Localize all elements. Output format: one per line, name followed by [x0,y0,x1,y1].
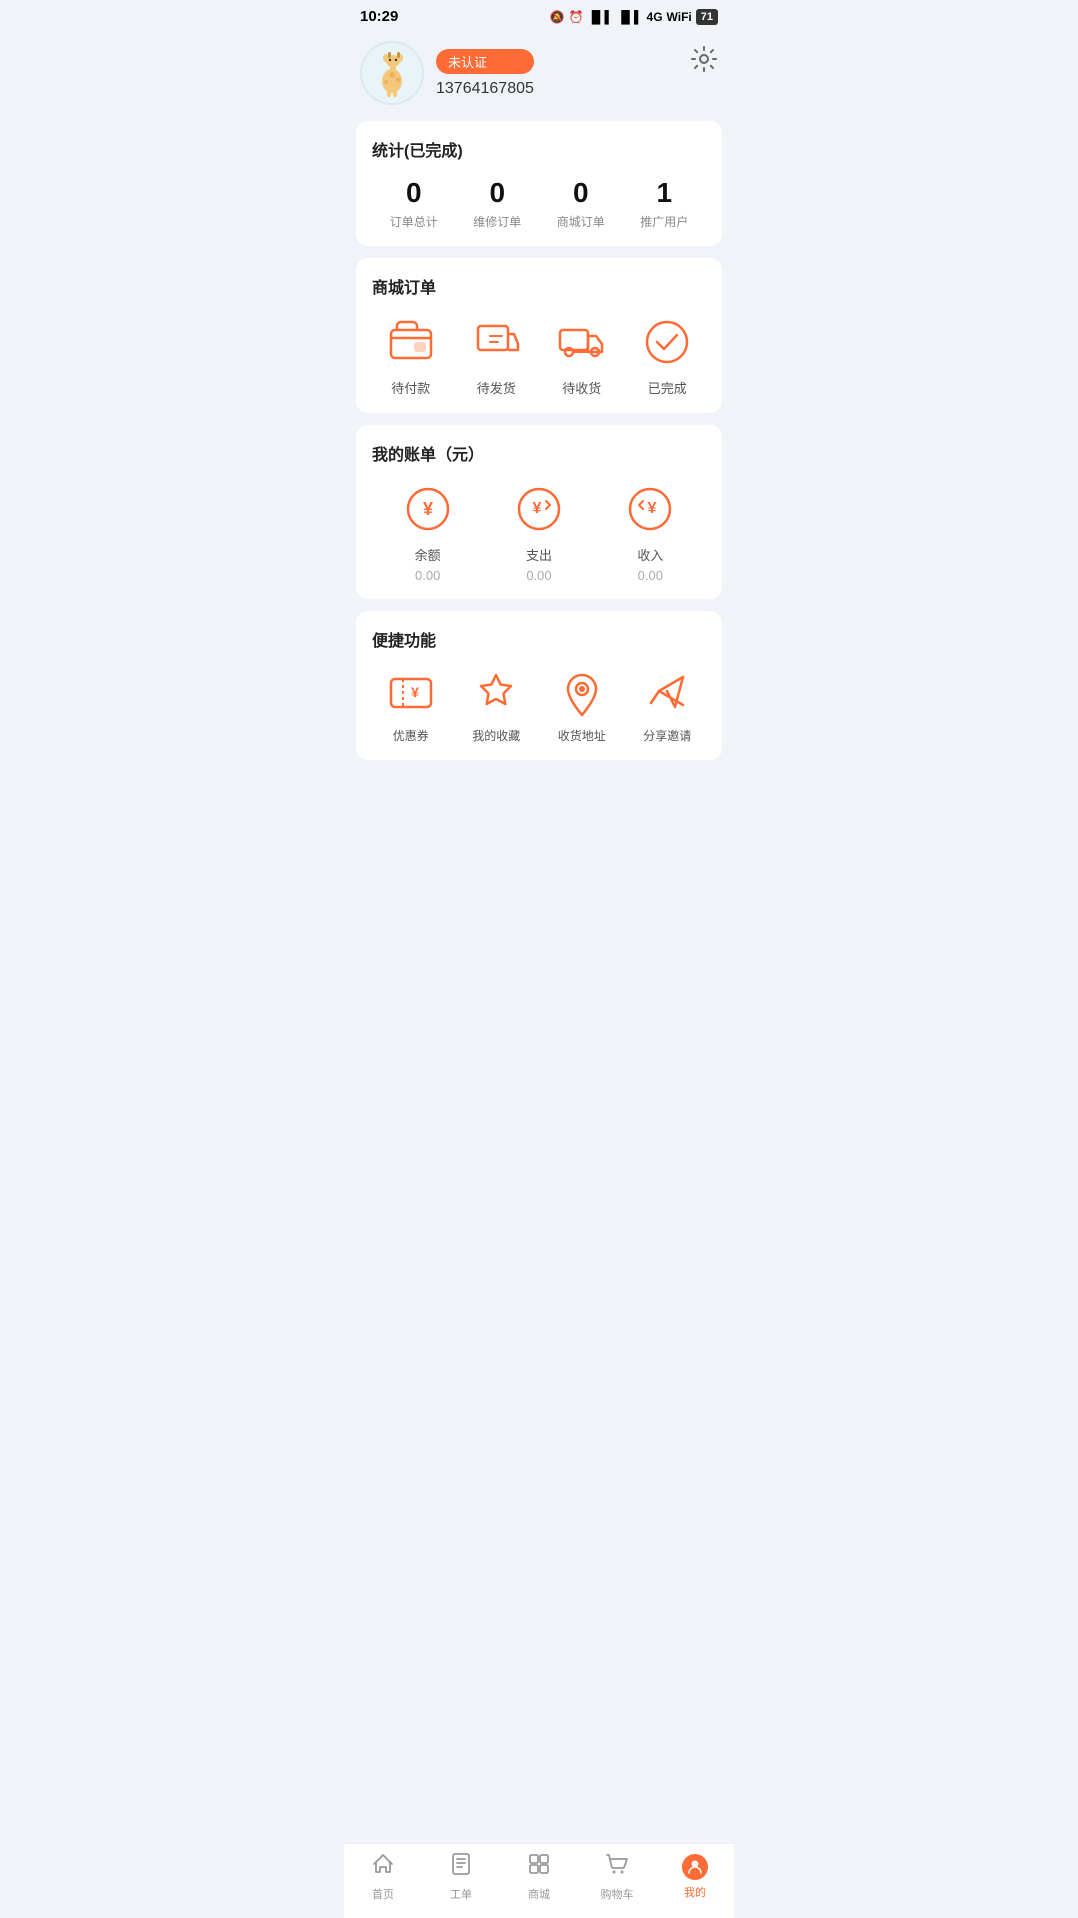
profile-section: 未认证 13764167805 [344,29,734,121]
verification-badge[interactable]: 未认证 [436,49,534,74]
stat-label-mall: 商城订单 [539,213,623,230]
order-item-completed[interactable]: 已完成 [629,314,707,397]
nav-label-order: 工单 [450,1886,472,1902]
wallet-icon [383,314,439,370]
order-label-pending-ship: 待发货 [477,378,516,397]
order-item-pending-ship[interactable]: 待发货 [458,314,536,397]
stats-card: 统计(已完成) 0 订单总计 0 维修订单 0 商城订单 1 推广用户 [356,121,722,246]
profile-info: 未认证 13764167805 [436,49,534,98]
star-icon [470,667,522,719]
svg-text:¥: ¥ [648,500,657,517]
shop-nav-icon [527,1852,551,1882]
account-label-expense: 支出 [526,545,552,564]
location-icon [556,667,608,719]
stat-item-referral[interactable]: 1 推广用户 [623,177,707,230]
ship-icon [468,314,524,370]
stat-value-referral: 1 [623,177,707,209]
status-time: 10:29 [360,8,398,25]
coupon-icon: ¥ [385,667,437,719]
status-bar: 10:29 🔕 ⏰ ▐▌▌ ▐▌▌ 4G WiFi 71 [344,0,734,29]
stats-title: 统计(已完成) [372,137,706,161]
nav-label-cart: 购物车 [601,1886,634,1902]
stat-label-referral: 推广用户 [623,213,707,230]
stat-value-mall: 0 [539,177,623,209]
mall-orders-title: 商城订单 [372,274,706,298]
quick-item-address[interactable]: 收货地址 [543,667,621,744]
stat-item-repair[interactable]: 0 维修订单 [456,177,540,230]
status-icons: 🔕 ⏰ ▐▌▌ ▐▌▌ 4G WiFi 71 [550,9,718,25]
order-label-completed: 已完成 [648,378,687,397]
quick-item-favorites[interactable]: 我的收藏 [458,667,536,744]
account-item-expense[interactable]: ¥ 支出 0.00 [483,481,594,583]
nav-item-shop[interactable]: 商城 [500,1852,578,1902]
quick-grid: ¥ 优惠券 我的收藏 [372,667,706,744]
cart-nav-icon [605,1852,629,1882]
stat-label-repair: 维修订单 [456,213,540,230]
income-icon: ¥ [622,481,678,537]
avatar[interactable] [360,41,424,105]
stat-label-orders: 订单总计 [372,213,456,230]
account-grid: ¥ 余额 0.00 ¥ 支出 0.00 [372,481,706,583]
expense-icon: ¥ [511,481,567,537]
stats-grid: 0 订单总计 0 维修订单 0 商城订单 1 推广用户 [372,177,706,230]
svg-text:¥: ¥ [533,500,542,517]
account-item-balance[interactable]: ¥ 余额 0.00 [372,481,483,583]
order-grid: 待付款 待发货 [372,314,706,397]
quick-label-share: 分享邀请 [643,727,691,744]
account-title: 我的账单（元） [372,441,706,465]
mine-nav-icon [682,1854,708,1880]
account-item-income[interactable]: ¥ 收入 0.00 [595,481,706,583]
nav-label-mine: 我的 [684,1884,706,1900]
account-value-expense: 0.00 [526,568,551,583]
account-label-income: 收入 [637,545,663,564]
settings-icon[interactable] [690,45,718,80]
quick-item-coupon[interactable]: ¥ 优惠券 [372,667,450,744]
quick-label-address: 收货地址 [558,727,606,744]
phone-number: 13764167805 [436,80,534,98]
account-value-income: 0.00 [638,568,663,583]
quick-functions-title: 便捷功能 [372,627,706,651]
quick-label-favorites: 我的收藏 [472,727,520,744]
order-item-pending-receive[interactable]: 待收货 [543,314,621,397]
order-item-pending-pay[interactable]: 待付款 [372,314,450,397]
bottom-nav: 首页 工单 商城 购物车 [344,1843,734,1918]
profile-left: 未认证 13764167805 [360,41,534,105]
stat-value-orders: 0 [372,177,456,209]
order-label-pending-pay: 待付款 [391,378,430,397]
share-icon [641,667,693,719]
balance-icon: ¥ [400,481,456,537]
quick-item-share[interactable]: 分享邀请 [629,667,707,744]
quick-label-coupon: 优惠券 [393,727,429,744]
svg-text:¥: ¥ [423,499,433,519]
truck-icon [554,314,610,370]
stat-value-repair: 0 [456,177,540,209]
mine-avatar [682,1854,708,1880]
check-circle-icon [639,314,695,370]
nav-label-home: 首页 [372,1886,394,1902]
account-value-balance: 0.00 [415,568,440,583]
main-content: 未认证 13764167805 统计(已完成) 0 订单总计 0 维修订单 0 [344,29,734,852]
nav-label-shop: 商城 [528,1886,550,1902]
mall-orders-card: 商城订单 待付款 [356,258,722,413]
account-card: 我的账单（元） ¥ 余额 0.00 ¥ [356,425,722,599]
nav-item-cart[interactable]: 购物车 [578,1852,656,1902]
nav-item-order[interactable]: 工单 [422,1852,500,1902]
order-label-pending-receive: 待收货 [562,378,601,397]
order-nav-icon [449,1852,473,1882]
nav-item-mine[interactable]: 我的 [656,1854,734,1900]
home-nav-icon [371,1852,395,1882]
battery-indicator: 71 [696,9,718,25]
quick-functions-card: 便捷功能 ¥ 优惠券 我的收藏 [356,611,722,760]
nav-item-home[interactable]: 首页 [344,1852,422,1902]
account-label-balance: 余额 [415,545,441,564]
svg-text:¥: ¥ [411,684,419,700]
stat-item-mall[interactable]: 0 商城订单 [539,177,623,230]
stat-item-orders[interactable]: 0 订单总计 [372,177,456,230]
